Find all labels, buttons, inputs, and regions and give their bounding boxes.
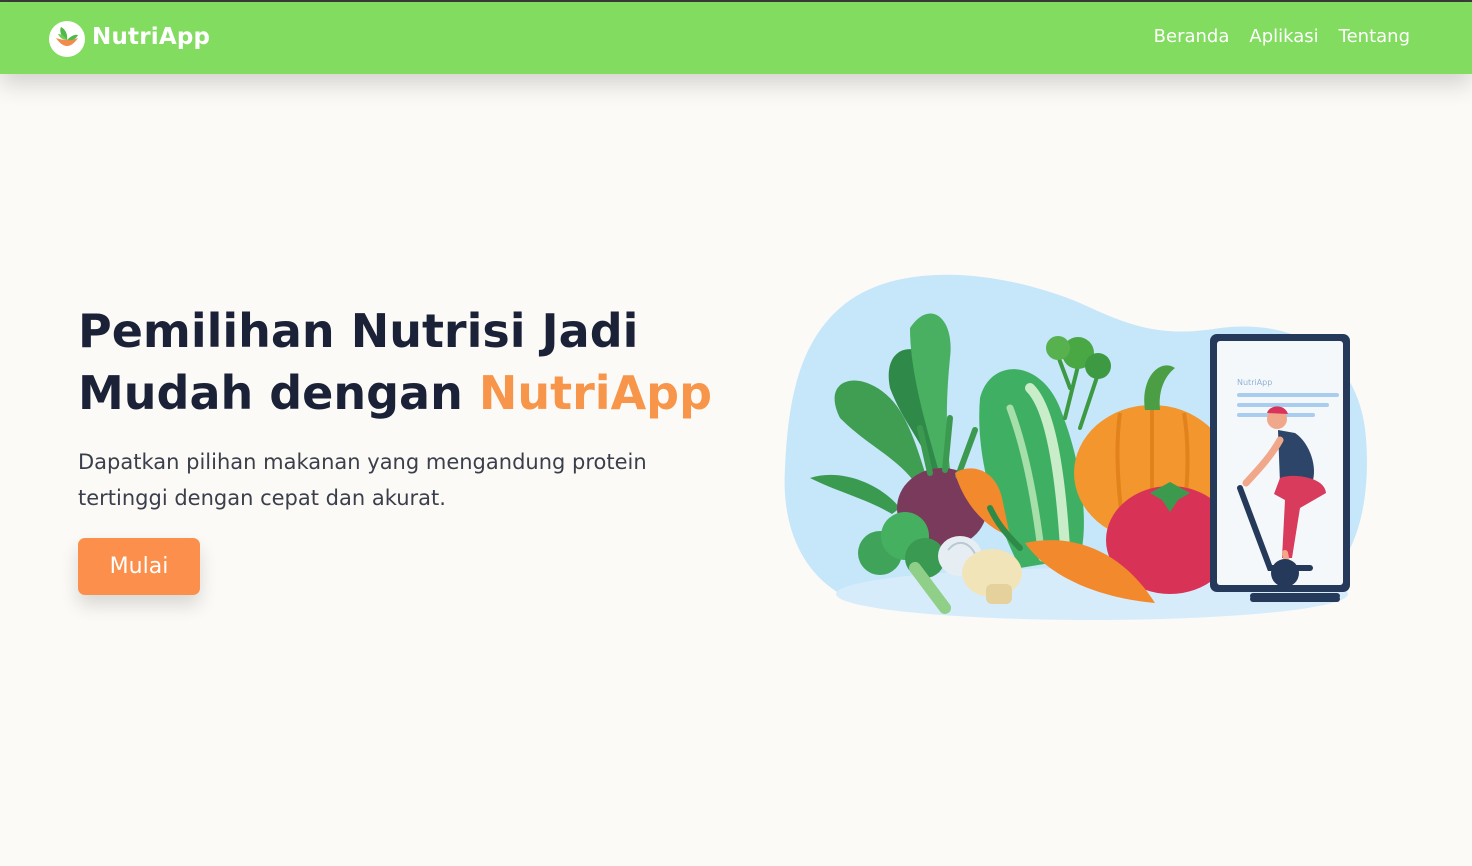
nav-link-aplikasi[interactable]: Aplikasi bbox=[1249, 26, 1318, 47]
brand-link[interactable]: NutriApp bbox=[48, 20, 210, 58]
hero-title-accent: NutriApp bbox=[478, 366, 713, 420]
navbar: NutriApp Beranda Aplikasi Tentang bbox=[0, 2, 1472, 74]
hero-subtitle: Dapatkan pilihan makanan yang mengandung… bbox=[78, 450, 647, 510]
hero-section: Pemilihan Nutrisi Jadi Mudah dengan Nutr… bbox=[78, 300, 718, 516]
nav-menu: Beranda Aplikasi Tentang bbox=[1154, 26, 1410, 47]
nav-link-tentang[interactable]: Tentang bbox=[1339, 26, 1410, 47]
phone-app-label: NutriApp bbox=[1237, 378, 1272, 387]
nav-link-beranda[interactable]: Beranda bbox=[1154, 26, 1230, 47]
hero-title: Pemilihan Nutrisi Jadi Mudah dengan Nutr… bbox=[78, 300, 718, 424]
brand-name: NutriApp bbox=[92, 24, 211, 50]
nutriapp-logo-icon bbox=[49, 21, 85, 57]
vegetables-fitness-illustration: NutriApp bbox=[784, 274, 1367, 620]
start-button[interactable]: Mulai bbox=[78, 538, 200, 595]
